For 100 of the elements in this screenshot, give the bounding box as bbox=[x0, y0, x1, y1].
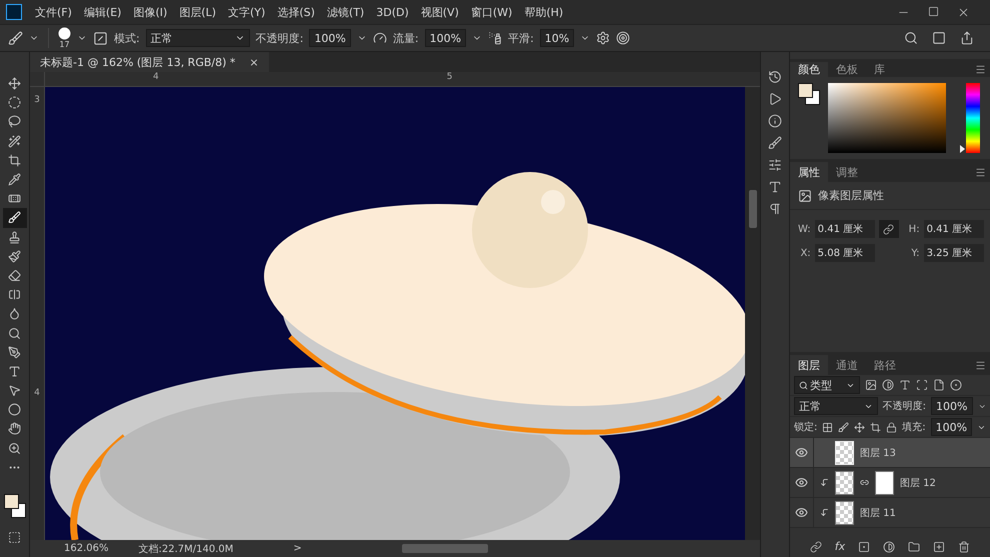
menu-item[interactable]: 帮助(H) bbox=[519, 4, 568, 20]
menu-item[interactable]: 窗口(W) bbox=[466, 4, 518, 20]
lock-paint-icon[interactable] bbox=[838, 422, 850, 432]
delete-icon[interactable] bbox=[958, 540, 970, 552]
scrollbar-thumb[interactable] bbox=[748, 190, 756, 228]
layer-row[interactable]: 图层 11 bbox=[790, 498, 990, 528]
info-menu-arrow[interactable]: > bbox=[293, 543, 302, 554]
target-icon[interactable] bbox=[616, 31, 630, 45]
menu-item[interactable]: 选择(S) bbox=[272, 4, 320, 20]
panel-menu-icon[interactable] bbox=[974, 360, 986, 370]
brush-preset-icon[interactable] bbox=[58, 27, 71, 40]
color-swatches[interactable] bbox=[798, 83, 820, 105]
hue-slider-thumb[interactable] bbox=[960, 144, 965, 153]
filter-value: 类型 bbox=[810, 378, 832, 392]
ruler-label: 4 bbox=[153, 72, 159, 82]
shape-filter-icon[interactable] bbox=[916, 379, 928, 391]
document-tab[interactable]: 未标题-1 @ 162% (图层 13, RGB/8) * × bbox=[30, 52, 269, 72]
history-icon[interactable] bbox=[768, 70, 782, 84]
link-icon[interactable] bbox=[860, 478, 869, 487]
menu-item[interactable]: 文字(Y) bbox=[223, 4, 270, 20]
lock-all-icon[interactable] bbox=[886, 422, 898, 432]
filter-toggle-icon[interactable] bbox=[950, 379, 962, 391]
adjustment-filter-icon[interactable] bbox=[882, 379, 894, 391]
flow-field[interactable]: 100% bbox=[424, 29, 466, 47]
menu-item[interactable]: 文件(F) bbox=[30, 4, 77, 20]
color-spectrum[interactable] bbox=[828, 83, 946, 153]
sliders-icon[interactable] bbox=[768, 158, 782, 172]
panel-menu-icon[interactable] bbox=[974, 64, 986, 75]
airbrush-icon[interactable] bbox=[488, 31, 502, 45]
layer-name: 图层 12 bbox=[900, 476, 936, 490]
search-icon[interactable] bbox=[904, 31, 918, 45]
info-icon[interactable] bbox=[768, 114, 782, 128]
visibility-eye-icon[interactable] bbox=[795, 506, 808, 519]
group-icon[interactable] bbox=[908, 540, 920, 552]
document-info: 文档:22.7M/140.0M bbox=[138, 542, 234, 556]
ruler-label: 4 bbox=[34, 388, 40, 398]
brush-settings-icon[interactable] bbox=[768, 136, 782, 150]
stamp-icon bbox=[8, 230, 21, 244]
lock-artboard-icon[interactable] bbox=[870, 422, 882, 432]
visibility-eye-icon[interactable] bbox=[795, 446, 808, 459]
path-select-icon bbox=[8, 384, 21, 398]
scrollbar-thumb[interactable] bbox=[402, 544, 488, 553]
settings-icon[interactable] bbox=[596, 31, 610, 45]
menu-item[interactable]: 视图(V) bbox=[416, 4, 464, 20]
type-icon bbox=[8, 364, 21, 378]
blend-mode-select[interactable]: 正常 bbox=[794, 397, 878, 415]
play-icon[interactable] bbox=[768, 92, 782, 106]
width-field[interactable]: 0.41 厘米 bbox=[814, 220, 875, 238]
lock-position-icon[interactable] bbox=[854, 422, 866, 432]
menu-item[interactable]: 图像(I) bbox=[128, 4, 172, 20]
maximize-icon[interactable] bbox=[928, 6, 939, 16]
brush-tool-icon[interactable] bbox=[8, 30, 23, 46]
flow-label: 流量: bbox=[392, 30, 419, 46]
brush-icon bbox=[8, 211, 21, 224]
layer-row[interactable]: 图层 13 bbox=[790, 438, 990, 468]
shape-icon bbox=[8, 403, 21, 416]
tab-close[interactable]: × bbox=[249, 56, 259, 68]
lock-pixels-icon[interactable] bbox=[822, 422, 834, 432]
field-label: W: bbox=[798, 224, 811, 234]
character-icon[interactable] bbox=[768, 180, 782, 194]
fill-field[interactable]: 100% bbox=[930, 418, 972, 436]
paragraph-icon[interactable] bbox=[768, 202, 782, 216]
workspace-icon[interactable] bbox=[932, 31, 946, 45]
mode-label: 模式: bbox=[114, 30, 140, 46]
new-layer-icon[interactable] bbox=[933, 540, 946, 552]
tool-button[interactable] bbox=[2, 208, 26, 228]
hand-icon bbox=[8, 422, 21, 436]
x-field[interactable]: 5.08 厘米 bbox=[814, 244, 875, 262]
smoothing-field[interactable]: 10% bbox=[540, 29, 574, 47]
link-icon[interactable] bbox=[883, 224, 894, 234]
share-icon[interactable] bbox=[960, 31, 974, 45]
menu-item[interactable]: 图层(L) bbox=[174, 4, 222, 20]
search-icon bbox=[799, 380, 808, 390]
layer-name: 图层 11 bbox=[860, 506, 896, 520]
panel-tab[interactable]: 颜色 bbox=[790, 62, 828, 77]
layer-row[interactable]: 图层 12 bbox=[790, 468, 990, 498]
brush-panel-icon[interactable] bbox=[93, 30, 108, 46]
smart-object-filter-icon[interactable] bbox=[933, 379, 945, 391]
link-layers-icon[interactable] bbox=[810, 540, 822, 552]
menu-item[interactable]: 滤镜(T) bbox=[322, 4, 370, 20]
pixel-filter-icon[interactable] bbox=[865, 379, 877, 391]
fx-button[interactable]: fx bbox=[834, 540, 846, 553]
opacity-field[interactable]: 100% bbox=[309, 29, 351, 47]
panel-menu-icon[interactable] bbox=[974, 166, 986, 178]
height-field[interactable]: 0.41 厘米 bbox=[924, 220, 984, 238]
mode-select[interactable]: 正常 bbox=[146, 29, 250, 47]
filter-select[interactable]: 类型 bbox=[794, 376, 860, 394]
ruler-label: 5 bbox=[446, 72, 452, 82]
adjustment-layer-icon[interactable] bbox=[883, 540, 896, 552]
smoothing-label: 平滑: bbox=[508, 30, 534, 46]
menu-item[interactable]: 编辑(E) bbox=[78, 4, 126, 20]
y-field[interactable]: 3.25 厘米 bbox=[924, 244, 984, 262]
type-filter-icon[interactable] bbox=[899, 379, 911, 391]
menu-item[interactable]: 3D(D) bbox=[371, 6, 414, 18]
visibility-eye-icon[interactable] bbox=[795, 476, 808, 489]
panel-tab[interactable]: 属性 bbox=[790, 162, 828, 182]
layer-opacity-field[interactable]: 100% bbox=[931, 397, 972, 415]
add-mask-icon[interactable] bbox=[858, 540, 870, 552]
panel-tab[interactable]: 图层 bbox=[790, 355, 828, 375]
quick-mask-icon[interactable] bbox=[8, 530, 21, 544]
